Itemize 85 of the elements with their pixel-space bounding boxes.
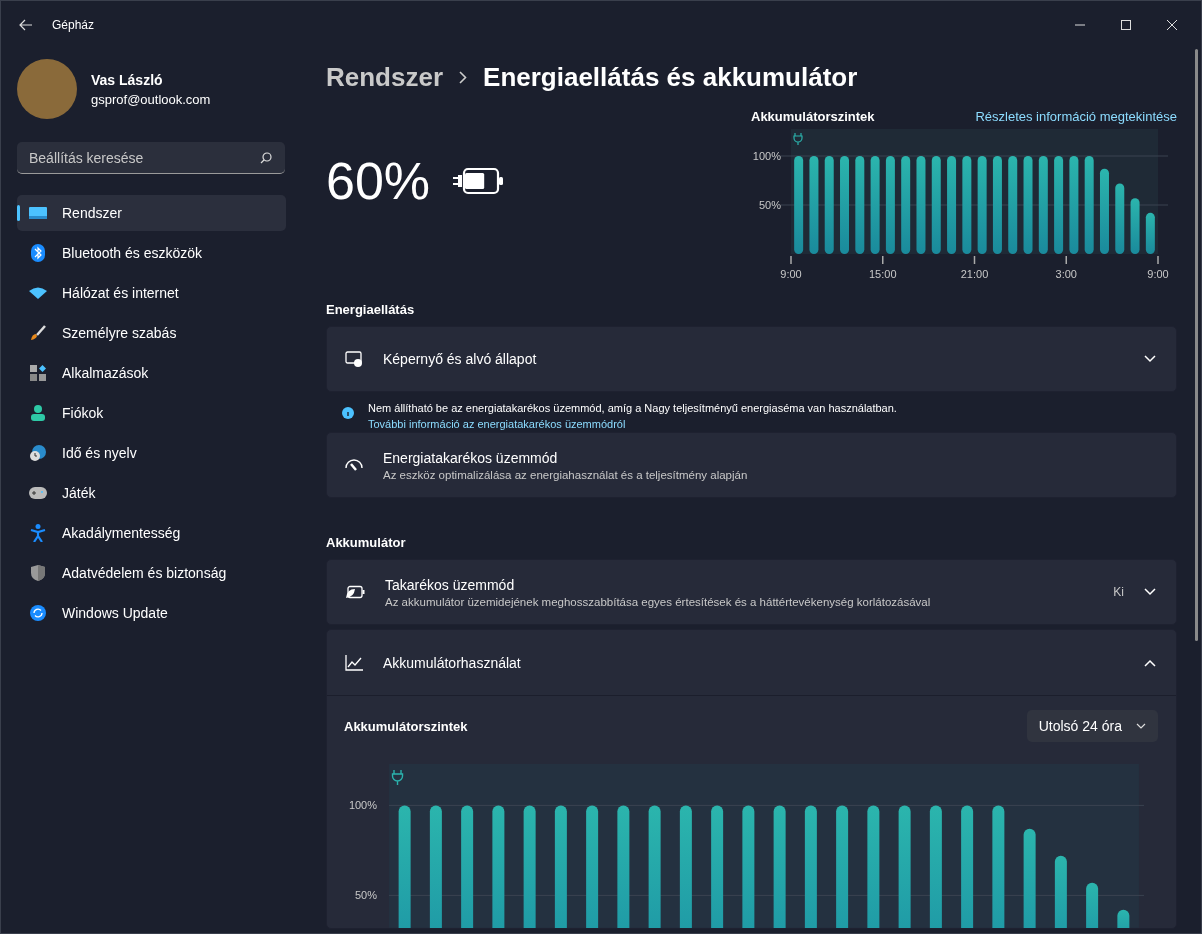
charging-battery-icon bbox=[452, 165, 505, 197]
x-axis-label: 15:00 bbox=[869, 268, 897, 279]
window-title: Gépház bbox=[52, 18, 95, 32]
x-tick bbox=[790, 255, 792, 265]
display-sleep-row[interactable]: Képernyő és alvó állapot bbox=[326, 326, 1177, 392]
plug-icon bbox=[391, 769, 404, 786]
y-axis-label: 50% bbox=[355, 889, 377, 902]
chart-bar bbox=[1145, 212, 1155, 254]
chart-bar bbox=[1086, 882, 1099, 928]
row-description: Az eszköz optimalizálása az energiahasználat és a teljesítmény alapján bbox=[383, 468, 749, 481]
plug-icon bbox=[793, 132, 803, 146]
back-arrow-icon[interactable] bbox=[19, 19, 33, 31]
row-title: Energiatakarékos üzemmód bbox=[383, 449, 559, 466]
chevron-down-icon[interactable] bbox=[1144, 355, 1156, 363]
accessibility-icon bbox=[29, 524, 47, 542]
shield-icon bbox=[29, 565, 47, 581]
info-icon bbox=[342, 407, 354, 419]
apps-icon bbox=[29, 365, 47, 381]
chevron-right-icon bbox=[459, 70, 468, 84]
avatar bbox=[17, 59, 77, 119]
sidebar-item[interactable]: Akadálymentesség bbox=[17, 515, 286, 551]
chart-bar bbox=[1115, 183, 1125, 254]
wifi-icon bbox=[29, 287, 47, 299]
sidebar-item[interactable]: Alkalmazások bbox=[17, 355, 286, 391]
chevron-up-icon[interactable] bbox=[1144, 658, 1156, 667]
chart-title: Akkumulátorszintek bbox=[751, 109, 875, 124]
bluetooth-icon bbox=[29, 244, 47, 262]
chevron-down-icon bbox=[1136, 723, 1146, 729]
leaf-battery-icon bbox=[345, 585, 365, 599]
power-mode-row[interactable]: Energiatakarékos üzemmód Az eszköz optimalizálása az energiahasználat és a teljesítmény alapján bbox=[326, 432, 1177, 498]
sidebar-item[interactable]: Windows Update bbox=[17, 595, 286, 631]
sidebar-item[interactable]: Bluetooth és eszközök bbox=[17, 235, 286, 271]
user-name: Vas László bbox=[91, 71, 164, 88]
line-chart-icon bbox=[345, 654, 363, 671]
paintbrush-icon bbox=[29, 325, 47, 341]
x-axis-label: 9:00 bbox=[1147, 268, 1169, 279]
y-axis-label: 100% bbox=[752, 150, 781, 162]
x-axis-label: 3:00 bbox=[1055, 268, 1077, 279]
x-axis-label: 9:00 bbox=[780, 268, 802, 279]
row-title: Takarékos üzemmód bbox=[385, 576, 516, 593]
chart-bar bbox=[1130, 198, 1140, 254]
row-title: Képernyő és alvó állapot bbox=[383, 351, 538, 367]
section-heading: Energiaellátás bbox=[326, 302, 416, 317]
sidebar-item[interactable]: Rendszer bbox=[17, 195, 286, 231]
section-heading: Akkumulátor bbox=[326, 535, 407, 550]
battery-percent: 60% bbox=[326, 151, 431, 211]
notice-text: Nem állítható be az energiatakarékos üzemmód, amíg a Nagy teljesítményű energiaséma van használatban. bbox=[368, 402, 897, 414]
maximize-icon[interactable] bbox=[1121, 20, 1131, 30]
battery-usage-row[interactable]: Akkumulátorhasználat bbox=[327, 630, 1176, 696]
details-link[interactable]: Részletes információ megtekintése bbox=[975, 109, 1177, 124]
x-tick bbox=[1065, 255, 1067, 265]
x-tick bbox=[882, 255, 884, 265]
battery-saver-row[interactable]: Takarékos üzemmód Az akkumulátor üzemidejének meghosszabbítása egyes értesítések és a háttértevékenység korlátozásával Ki bbox=[326, 559, 1177, 625]
x-axis-label: 21:00 bbox=[960, 268, 989, 279]
sidebar-item[interactable]: Idő és nyelv bbox=[17, 435, 286, 471]
chevron-down-icon[interactable] bbox=[1144, 588, 1156, 596]
time-range-dropdown[interactable]: Utolsó 24 óra bbox=[1026, 710, 1158, 742]
user-email: gsprof@outlook.com bbox=[91, 91, 211, 107]
y-axis-label: 50% bbox=[758, 199, 781, 211]
saver-info-link[interactable]: További információ az energiatakarékos üzemmódról bbox=[368, 418, 897, 430]
person-icon bbox=[29, 405, 47, 421]
close-icon[interactable] bbox=[1167, 20, 1177, 30]
state-text: Ki bbox=[1113, 585, 1124, 599]
y-axis-label: 100% bbox=[348, 799, 377, 812]
refresh-icon bbox=[29, 605, 47, 621]
sidebar-item[interactable]: Játék bbox=[17, 475, 286, 511]
breadcrumb-parent[interactable]: Rendszer bbox=[326, 61, 444, 93]
display-sleep-icon bbox=[345, 351, 363, 367]
sidebar-item[interactable]: Hálózat és internet bbox=[17, 275, 286, 311]
scrollbar[interactable] bbox=[1195, 49, 1198, 641]
x-tick bbox=[1157, 255, 1159, 265]
globe-clock-icon bbox=[29, 445, 47, 461]
sidebar-item[interactable]: Személyre szabás bbox=[17, 315, 286, 351]
search-icon bbox=[260, 152, 272, 164]
page-title: Energiaellátás és akkumulátor bbox=[483, 61, 858, 93]
sidebar-item[interactable]: Fiókok bbox=[17, 395, 286, 431]
speedometer-icon bbox=[345, 458, 363, 472]
sidebar-item[interactable]: Adatvédelem és biztonság bbox=[17, 555, 286, 591]
row-description: Az akkumulátor üzemidejének meghosszabbítása egyes értesítések és a háttértevékenység korlátozásával bbox=[385, 595, 932, 608]
search-field[interactable]: Beállítás keresése bbox=[17, 142, 285, 174]
x-tick bbox=[973, 255, 976, 265]
gamepad-icon bbox=[29, 487, 47, 499]
monitor-icon bbox=[29, 206, 47, 220]
row-title: Akkumulátorhasználat bbox=[383, 654, 522, 671]
chart-title: Akkumulátorszintek bbox=[344, 718, 468, 734]
